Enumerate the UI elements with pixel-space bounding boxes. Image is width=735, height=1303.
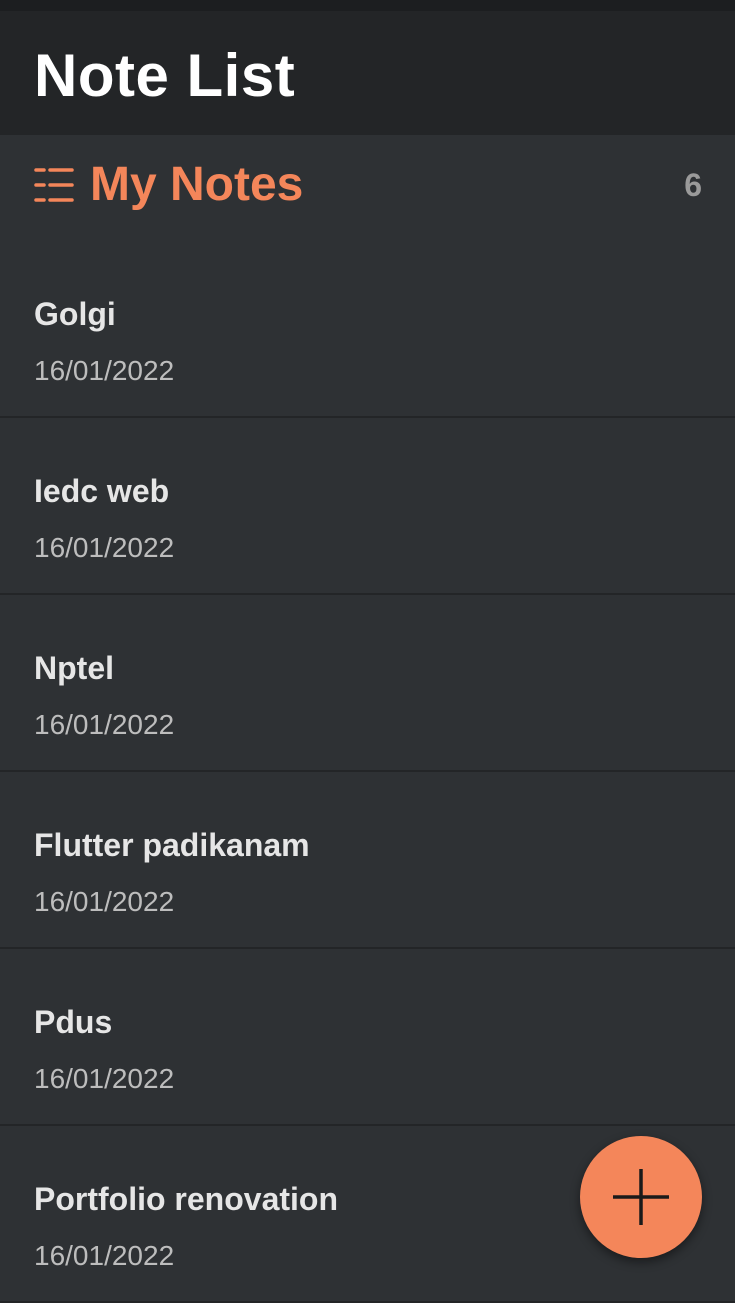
note-title: Portfolio renovation — [34, 1181, 338, 1217]
section-header: My Notes 6 — [0, 135, 735, 240]
note-title: Golgi — [34, 296, 116, 332]
list-item[interactable]: Nptel 16/01/2022 — [0, 595, 735, 772]
section-title: My Notes — [90, 158, 304, 211]
list-icon — [34, 168, 74, 202]
note-date: 16/01/2022 — [34, 1240, 175, 1271]
note-date: 16/01/2022 — [34, 886, 175, 917]
note-date: 16/01/2022 — [34, 1063, 175, 1094]
note-title: Flutter padikanam — [34, 827, 310, 863]
list-item[interactable]: Iedc web 16/01/2022 — [0, 418, 735, 595]
add-note-button[interactable] — [580, 1136, 702, 1258]
note-date: 16/01/2022 — [34, 355, 175, 386]
note-title: Iedc web — [34, 473, 170, 509]
note-title: Nptel — [34, 650, 114, 686]
list-item[interactable]: Golgi 16/01/2022 — [0, 241, 735, 418]
note-date: 16/01/2022 — [34, 709, 175, 740]
status-bar — [0, 0, 735, 11]
list-item[interactable]: Flutter padikanam 16/01/2022 — [0, 772, 735, 949]
list-item[interactable]: Pdus 16/01/2022 — [0, 949, 735, 1126]
notes-count: 6 — [684, 167, 702, 203]
plus-icon — [613, 1169, 669, 1225]
note-title: Pdus — [34, 1004, 113, 1040]
page-title: Note List — [34, 42, 296, 109]
note-date: 16/01/2022 — [34, 532, 175, 563]
app-bar: Note List — [0, 11, 735, 135]
